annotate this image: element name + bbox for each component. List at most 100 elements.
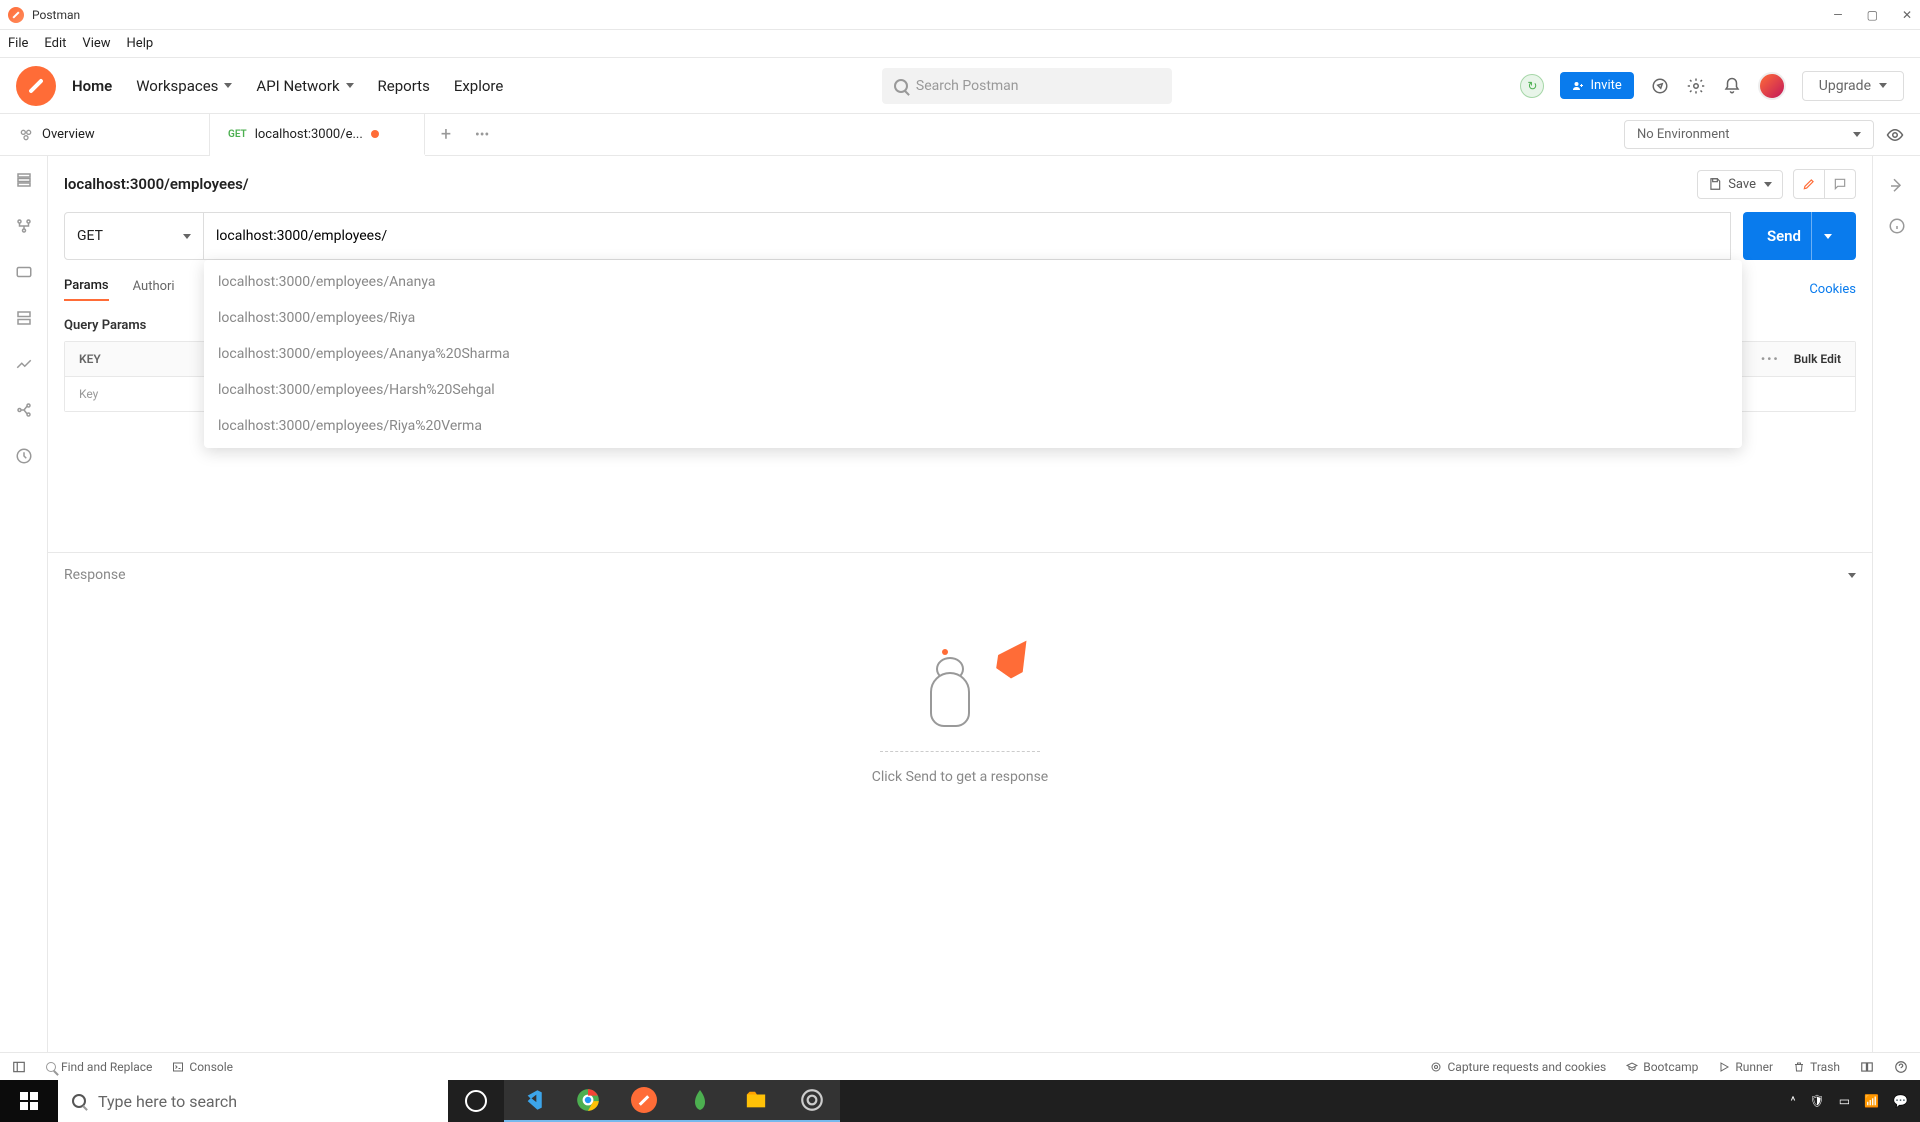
bootcamp-button[interactable]: Bootcamp xyxy=(1626,1060,1698,1074)
runner-button[interactable]: Runner xyxy=(1718,1060,1773,1074)
empty-state-illustration xyxy=(880,637,1040,757)
save-button[interactable]: Save xyxy=(1697,170,1783,199)
window-title: Postman xyxy=(32,8,80,22)
response-panel: Response Click Send to get a response xyxy=(48,552,1872,825)
autocomplete-item[interactable]: localhost:3000/employees/Ananya xyxy=(204,264,1742,300)
autocomplete-item[interactable]: localhost:3000/employees/Ananya%20Sharma xyxy=(204,336,1742,372)
workspace-tabs: Overview GET localhost:3000/e... + ••• N… xyxy=(0,114,1920,156)
autocomplete-item[interactable]: localhost:3000/employees/Riya xyxy=(204,300,1742,336)
unsaved-indicator xyxy=(371,130,379,138)
chevron-down-icon xyxy=(224,83,232,88)
minimize-button[interactable]: — xyxy=(1833,8,1842,22)
right-sidebar-rail xyxy=(1872,156,1920,1052)
taskbar-app-chrome[interactable] xyxy=(560,1080,616,1122)
mock-servers-icon[interactable] xyxy=(14,308,34,328)
environment-quicklook-button[interactable] xyxy=(1886,126,1904,144)
console-button[interactable]: Console xyxy=(172,1060,233,1074)
flows-icon[interactable] xyxy=(14,400,34,420)
nav-reports[interactable]: Reports xyxy=(378,77,430,95)
nav-explore[interactable]: Explore xyxy=(454,77,504,95)
task-view-button[interactable] xyxy=(448,1080,504,1122)
send-button[interactable]: Send xyxy=(1743,212,1856,260)
tray-wifi-icon[interactable]: 📶 xyxy=(1864,1094,1879,1108)
windows-logo-icon xyxy=(20,1092,38,1110)
documentation-icon[interactable] xyxy=(1887,176,1907,196)
postman-icon xyxy=(8,7,24,23)
maximize-button[interactable]: ▢ xyxy=(1867,8,1878,22)
postman-logo[interactable] xyxy=(16,66,56,106)
left-sidebar-rail xyxy=(0,156,48,1052)
capture-button[interactable]: Capture requests and cookies xyxy=(1430,1060,1606,1074)
notifications-icon[interactable] xyxy=(1722,76,1742,96)
autocomplete-item[interactable]: localhost:3000/employees/Harsh%20Sehgal xyxy=(204,372,1742,408)
sidebar-toggle-button[interactable] xyxy=(12,1060,26,1074)
invite-button[interactable]: Invite xyxy=(1560,72,1633,99)
tab-options-button[interactable]: ••• xyxy=(467,127,497,143)
start-button[interactable] xyxy=(0,1080,58,1122)
history-icon[interactable] xyxy=(14,446,34,466)
chevron-down-icon xyxy=(1853,132,1861,137)
table-options-button[interactable]: ••• xyxy=(1761,352,1780,366)
monitors-icon[interactable] xyxy=(14,354,34,374)
explore-icon[interactable] xyxy=(1650,76,1670,96)
menu-help[interactable]: Help xyxy=(127,36,154,51)
save-icon xyxy=(1708,177,1722,191)
windows-taskbar: Type here to search ^ 🛡 ▭ 📶 💬 xyxy=(0,1080,1920,1122)
comment-icon-button[interactable] xyxy=(1825,169,1856,199)
menu-view[interactable]: View xyxy=(82,36,110,51)
tab-overview[interactable]: Overview xyxy=(0,114,210,155)
taskbar-app-explorer[interactable] xyxy=(728,1080,784,1122)
search-icon xyxy=(72,1094,86,1108)
info-icon[interactable] xyxy=(1887,216,1907,236)
cookies-link[interactable]: Cookies xyxy=(1809,282,1856,297)
bulk-edit-button[interactable]: Bulk Edit xyxy=(1794,352,1841,366)
url-input[interactable] xyxy=(216,228,1718,244)
close-button[interactable]: ✕ xyxy=(1902,8,1912,22)
user-avatar[interactable] xyxy=(1758,72,1786,100)
upgrade-button[interactable]: Upgrade xyxy=(1802,71,1904,101)
collections-icon[interactable] xyxy=(14,170,34,190)
taskbar-app-vscode[interactable] xyxy=(504,1080,560,1122)
environments-icon[interactable] xyxy=(14,262,34,282)
tray-security-icon[interactable]: 🛡 xyxy=(1810,1094,1825,1108)
nav-workspaces[interactable]: Workspaces xyxy=(136,77,232,95)
edit-icon-button[interactable] xyxy=(1793,169,1825,199)
person-add-icon xyxy=(1572,80,1584,92)
settings-icon[interactable] xyxy=(1686,76,1706,96)
tray-expand-button[interactable]: ^ xyxy=(1791,1094,1796,1108)
params-tab[interactable]: Params xyxy=(64,278,109,301)
response-label: Response xyxy=(64,567,126,583)
new-tab-button[interactable]: + xyxy=(425,124,467,145)
environment-select[interactable]: No Environment xyxy=(1624,120,1874,149)
tray-battery-icon[interactable]: ▭ xyxy=(1839,1094,1850,1108)
chevron-down-icon xyxy=(183,234,191,239)
two-pane-button[interactable] xyxy=(1860,1060,1874,1074)
nav-api-network[interactable]: API Network xyxy=(256,77,353,95)
sync-icon[interactable]: ↻ xyxy=(1520,74,1544,98)
trash-button[interactable]: Trash xyxy=(1793,1060,1840,1074)
taskbar-app-postman[interactable] xyxy=(616,1080,672,1122)
authorization-tab[interactable]: Authori xyxy=(133,279,175,300)
menu-edit[interactable]: Edit xyxy=(44,36,66,51)
taskbar-app-mongodb[interactable] xyxy=(672,1080,728,1122)
help-button[interactable] xyxy=(1894,1060,1908,1074)
menubar: File Edit View Help xyxy=(0,30,1920,58)
tray-notifications-icon[interactable]: 💬 xyxy=(1893,1094,1908,1108)
search-input[interactable]: Search Postman xyxy=(882,68,1172,104)
chevron-down-icon xyxy=(1824,234,1832,239)
taskbar-app-obs[interactable] xyxy=(784,1080,840,1122)
chevron-down-icon[interactable] xyxy=(1848,573,1856,578)
response-empty-message: Click Send to get a response xyxy=(872,769,1048,785)
autocomplete-item[interactable]: localhost:3000/employees/Riya%20Verma xyxy=(204,408,1742,444)
chevron-down-icon xyxy=(1764,182,1772,187)
tab-request[interactable]: GET localhost:3000/e... xyxy=(210,114,425,155)
http-method-select[interactable]: GET xyxy=(64,212,204,260)
url-input-wrapper xyxy=(204,212,1731,260)
nav-home[interactable]: Home xyxy=(72,77,112,95)
search-icon xyxy=(894,79,908,93)
find-replace-button[interactable]: Find and Replace xyxy=(46,1060,152,1074)
menu-file[interactable]: File xyxy=(8,36,28,51)
taskbar-search[interactable]: Type here to search xyxy=(58,1080,448,1122)
window-titlebar: Postman — ▢ ✕ xyxy=(0,0,1920,30)
apis-icon[interactable] xyxy=(14,216,34,236)
